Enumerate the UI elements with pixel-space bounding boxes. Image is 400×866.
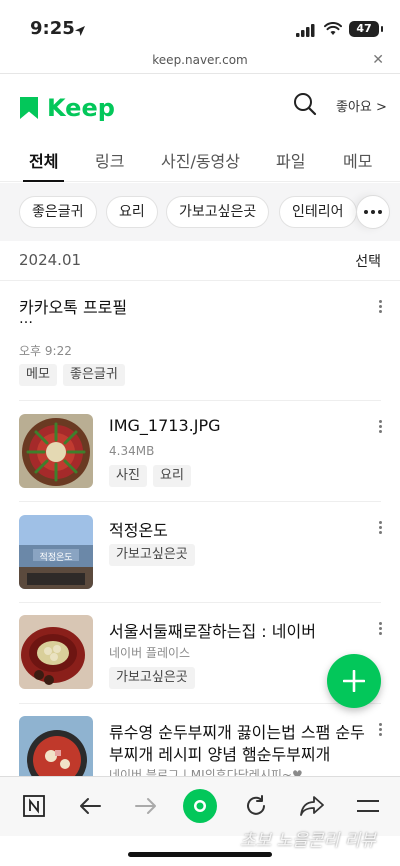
tab-memo[interactable]: 메모: [343, 148, 372, 172]
item-tag[interactable]: 가보고싶은곳: [109, 544, 195, 566]
tag-chip[interactable]: 인테리어: [279, 196, 357, 228]
item-title: 카카오톡 프로필: [19, 298, 128, 317]
list-item[interactable]: 적정온도 적정온도 가보고싶은곳: [0, 502, 400, 603]
list-item[interactable]: 카카오톡 프로필 … 오후 9:22 메모 좋은글귀: [0, 281, 400, 401]
category-tabs: 전체 링크 사진/동영상 파일 메모: [0, 138, 400, 182]
url-text: keep.naver.com: [152, 53, 248, 67]
add-button[interactable]: [327, 654, 381, 708]
back-arrow-icon[interactable]: [75, 791, 105, 821]
date-section-header: 2024.01 선택: [0, 241, 400, 281]
app-name: Keep: [47, 94, 115, 122]
plus-icon: [343, 670, 365, 692]
tab-link[interactable]: 링크: [95, 148, 124, 172]
item-title-line1: 류수영 순두부찌개 끓이는법 스팸 순두: [109, 723, 365, 742]
item-title: 적정온도: [109, 521, 168, 540]
item-tag[interactable]: 좋은글귀: [63, 364, 125, 386]
more-vertical-icon[interactable]: [379, 521, 382, 534]
likes-link[interactable]: 좋아요 >: [336, 96, 387, 115]
browser-url-bar[interactable]: keep.naver.com ✕: [0, 50, 400, 74]
item-source: 네이버 블로그 | MJ의후다닥레시피~♥: [109, 768, 303, 776]
status-bar: 9:25 47: [0, 0, 400, 50]
watermark: 초보 노을콘리 리뷰: [240, 831, 376, 851]
select-button[interactable]: 선택: [355, 251, 381, 271]
sign-text: 적정온도: [39, 553, 73, 563]
green-dot-home-button[interactable]: [183, 789, 217, 823]
naver-home-icon[interactable]: [19, 791, 49, 821]
item-title-line2: 부찌개 레시피 양념 햄순두부찌개: [109, 745, 331, 764]
more-tags-button[interactable]: [356, 195, 390, 229]
tag-chip[interactable]: 요리: [106, 196, 158, 228]
item-tag[interactable]: 가보고싶은곳: [109, 667, 195, 689]
item-title: 서울서둘째로잘하는집 : 네이버: [109, 622, 316, 641]
item-title: IMG_1713.JPG: [109, 416, 221, 435]
tag-chip[interactable]: 가보고싶은곳: [166, 196, 270, 228]
close-icon[interactable]: ✕: [372, 52, 384, 68]
tab-photo-video[interactable]: 사진/동영상: [161, 148, 240, 172]
more-vertical-icon[interactable]: [379, 622, 382, 635]
keep-logo[interactable]: Keep: [19, 94, 115, 122]
tag-filter-bar: 좋은글귀 요리 가보고싶은곳 인테리어: [0, 183, 400, 241]
more-vertical-icon[interactable]: [379, 420, 382, 433]
item-time: 오후 9:22: [19, 344, 72, 358]
more-vertical-icon[interactable]: [379, 300, 382, 313]
search-icon[interactable]: [293, 92, 317, 120]
clock: 9:25: [30, 18, 75, 39]
storefront-photo-thumbnail: 적정온도: [19, 515, 93, 589]
tab-file[interactable]: 파일: [276, 148, 305, 172]
list-item[interactable]: 류수영 순두부찌개 끓이는법 스팸 순두 부찌개 레시피 양념 햄순두부찌개 네…: [0, 704, 400, 776]
wifi-icon: [324, 21, 342, 40]
item-snippet: …: [19, 311, 33, 327]
share-icon[interactable]: [297, 791, 327, 821]
item-tag[interactable]: 사진: [109, 465, 147, 487]
list-item[interactable]: IMG_1713.JPG 4.34MB 사진 요리: [0, 401, 400, 502]
more-vertical-icon[interactable]: [379, 723, 382, 736]
location-arrow-icon: [74, 22, 86, 41]
bookmark-icon: [20, 97, 38, 119]
section-date: 2024.01: [19, 251, 82, 269]
dish-photo-thumbnail: [19, 615, 93, 689]
refresh-icon[interactable]: [241, 791, 271, 821]
tab-all[interactable]: 전체: [22, 148, 66, 182]
item-tag[interactable]: 메모: [19, 364, 57, 386]
signal-icon: [296, 22, 316, 41]
home-indicator: [128, 852, 272, 857]
battery-indicator: 47: [349, 21, 383, 37]
tag-chip[interactable]: 좋은글귀: [19, 196, 97, 228]
food-photo-thumbnail: [19, 414, 93, 488]
more-horizontal-icon: [364, 210, 382, 214]
stew-photo-thumbnail: [19, 716, 93, 776]
item-size: 4.34MB: [109, 444, 155, 458]
forward-arrow-icon[interactable]: [131, 791, 161, 821]
item-source: 네이버 플레이스: [109, 646, 191, 660]
menu-icon[interactable]: [353, 791, 383, 821]
item-tag[interactable]: 요리: [153, 465, 191, 487]
app-header: Keep 좋아요 >: [0, 80, 400, 132]
